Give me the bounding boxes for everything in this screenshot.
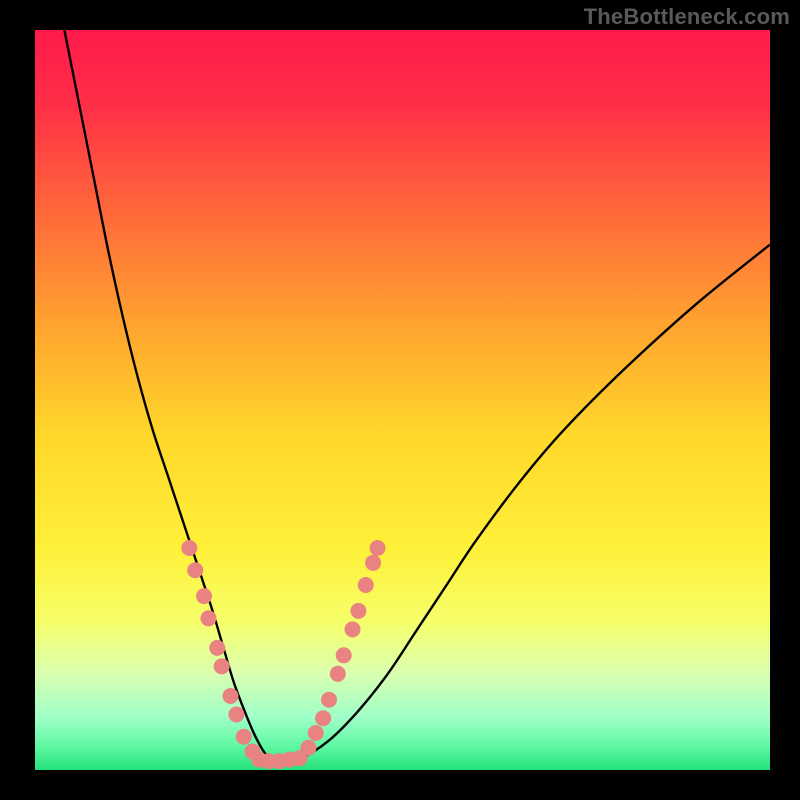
marker-dot [315,710,331,726]
marker-dot [200,610,216,626]
marker-dot [336,647,352,663]
marker-dot [228,707,244,723]
chart-frame: TheBottleneck.com [0,0,800,800]
marker-dot [321,692,337,708]
marker-dot [209,640,225,656]
watermark-text: TheBottleneck.com [584,4,790,30]
marker-dot [300,740,316,756]
marker-dot [365,555,381,571]
marker-dot [187,562,203,578]
marker-dot [236,729,252,745]
marker-dot [345,621,361,637]
marker-dot [181,540,197,556]
marker-dot [330,666,346,682]
bottleneck-chart [0,0,800,800]
marker-dot [358,577,374,593]
marker-dot [214,658,230,674]
marker-dot [223,688,239,704]
marker-dot [196,588,212,604]
gradient-background [35,30,770,770]
marker-dot [370,540,386,556]
marker-dot [350,603,366,619]
marker-dot [308,725,324,741]
